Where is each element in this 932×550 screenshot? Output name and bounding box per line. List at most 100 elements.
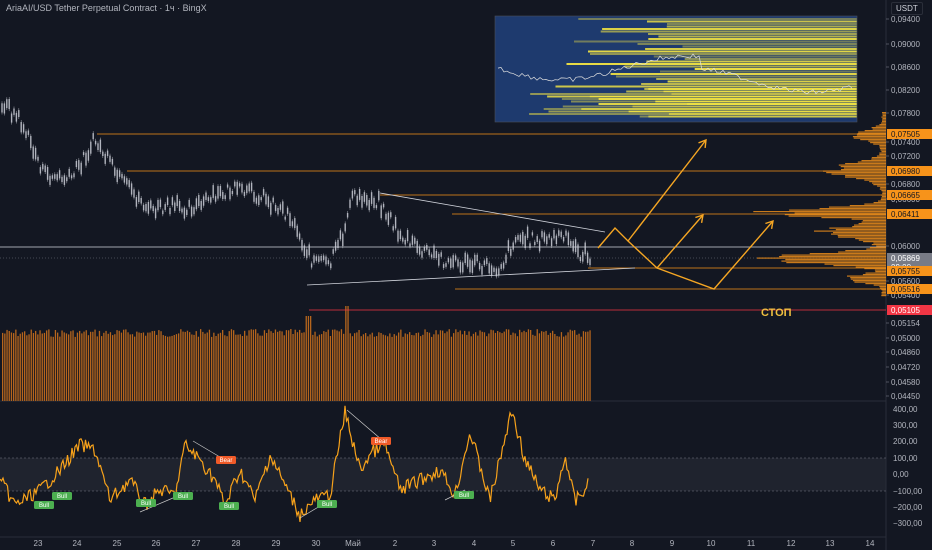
- heatmap-band: [644, 88, 857, 90]
- candle-body: [402, 237, 404, 242]
- volume-bar: [68, 334, 70, 401]
- volume-profile-bar: [873, 202, 886, 204]
- candle-body: [380, 205, 382, 219]
- volume-profile-bar: [821, 217, 886, 219]
- time-axis-label: 9: [670, 539, 675, 548]
- candle-body: [229, 187, 231, 200]
- oscillator-axis-label: 400,00: [893, 405, 918, 414]
- price-axis-label: 0,06000: [891, 242, 920, 251]
- volume-bar: [332, 329, 334, 401]
- volume-bar: [510, 334, 512, 401]
- candle-body: [78, 160, 80, 170]
- volume-profile-bar: [847, 275, 886, 277]
- volume-bar: [545, 330, 547, 401]
- candle-body: [128, 180, 130, 188]
- signal-tag-label: Bull: [178, 494, 188, 500]
- volume-bar: [164, 335, 167, 401]
- volume-bar: [387, 336, 389, 401]
- candle-body: [152, 205, 154, 212]
- volume-profile-bar: [871, 157, 886, 159]
- volume-profile-bar: [873, 242, 886, 244]
- candle-body: [202, 196, 205, 206]
- candle-body: [486, 258, 488, 264]
- candle-body: [39, 167, 42, 174]
- volume-bar: [336, 330, 338, 401]
- candle-body: [318, 256, 320, 262]
- volume-bar: [358, 330, 360, 401]
- candle-body: [457, 259, 459, 267]
- heatmap-band: [667, 80, 857, 83]
- volume-profile-bar: [881, 196, 886, 198]
- candle-body: [411, 235, 414, 245]
- candle-body: [313, 255, 315, 263]
- volume-bar: [244, 330, 246, 401]
- chart-canvas[interactable]: Bull Bull Bull Bull Bull Bull Bull Bear Bear 0,09…: [0, 0, 932, 550]
- candle-body: [572, 241, 574, 252]
- volume-bar: [147, 332, 149, 401]
- time-axis-label: Май: [345, 539, 361, 548]
- candle-body: [82, 152, 85, 156]
- volume-bar: [461, 334, 464, 401]
- volume-profile-bar: [881, 151, 886, 153]
- volume-profile-bar: [850, 277, 886, 279]
- candle-body: [478, 262, 481, 270]
- candle-body: [435, 251, 438, 258]
- volume-bar: [327, 329, 329, 401]
- volume-bar: [382, 334, 384, 401]
- candle-body: [553, 230, 555, 239]
- candle-body: [25, 131, 27, 139]
- chart-title[interactable]: AriaAI/USD Tether Perpetual Contract · 1…: [6, 3, 207, 13]
- volume-profile-bar: [845, 250, 886, 252]
- candle-body: [536, 236, 538, 242]
- candle-body: [399, 230, 402, 240]
- heatmap-band: [694, 68, 857, 70]
- candle-body: [109, 155, 111, 162]
- volume-bar: [57, 332, 59, 401]
- volume-bar: [457, 332, 459, 401]
- volume-bar: [246, 335, 248, 401]
- time-axis-label: 14: [866, 539, 875, 548]
- candle-body: [375, 205, 378, 209]
- heatmap-band: [562, 105, 857, 108]
- candle-body: [243, 191, 246, 197]
- heatmap-band: [543, 108, 857, 110]
- candle-body: [262, 189, 265, 196]
- volume-profile-bar: [781, 260, 886, 262]
- candle-body: [85, 152, 87, 166]
- quote-currency-badge[interactable]: USDT: [891, 2, 923, 15]
- candle-body: [481, 266, 483, 275]
- volume-profile-bar: [873, 284, 886, 286]
- candle-body: [505, 254, 507, 264]
- candle-body: [565, 230, 567, 236]
- volume-bar: [512, 332, 514, 401]
- volume-bar: [184, 331, 186, 401]
- volume-bar: [536, 329, 538, 401]
- volume-bar: [321, 334, 323, 401]
- volume-bar: [160, 331, 162, 401]
- volume-bar: [206, 332, 208, 401]
- candle-body: [378, 190, 380, 201]
- price-tag-label: 0,05516: [891, 285, 920, 294]
- candle-body: [442, 264, 445, 268]
- candle-body: [68, 168, 70, 177]
- volume-bar: [508, 329, 510, 401]
- candle-body: [541, 231, 543, 238]
- volume-bar: [193, 334, 195, 401]
- volume-bar: [2, 332, 4, 401]
- price-axis-label: 0,04450: [891, 392, 920, 401]
- signal-tag-label: Bull: [57, 494, 67, 500]
- volume-bar: [189, 332, 191, 401]
- volume-bar: [521, 332, 523, 401]
- signal-tag-label: Bull: [459, 493, 469, 499]
- volume-bar: [351, 336, 354, 401]
- candle-body: [92, 133, 94, 140]
- volume-profile-bar: [856, 178, 886, 180]
- volume-profile-bar: [882, 191, 886, 193]
- chart-window[interactable]: Bull Bull Bull Bull Bull Bull Bull Bear Bear 0,09…: [0, 0, 932, 550]
- volume-bar: [72, 330, 74, 401]
- volume-profile-bar: [861, 160, 886, 162]
- volume-bar: [472, 333, 475, 401]
- volume-bar: [35, 330, 37, 401]
- time-axis-label: 25: [113, 539, 122, 548]
- volume-profile-bar: [838, 251, 886, 253]
